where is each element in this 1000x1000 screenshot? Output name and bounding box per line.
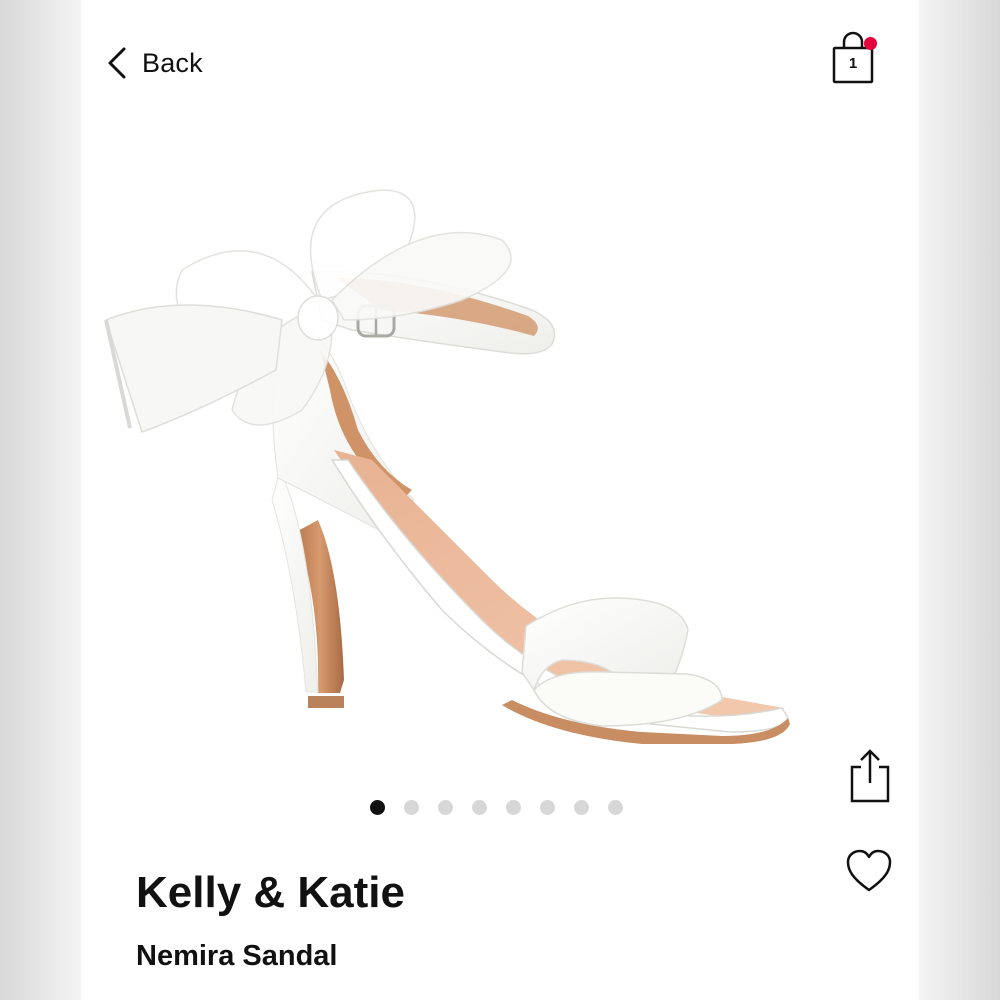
pagination-dot[interactable]	[404, 800, 419, 815]
image-pagination	[370, 800, 623, 815]
product-detail-screen: Back 1 Kelly & Katie Nemira Sandal	[82, 0, 918, 1000]
pagination-dot[interactable]	[608, 800, 623, 815]
pagination-dot[interactable]	[370, 800, 385, 815]
pagination-dot[interactable]	[540, 800, 555, 815]
cart-count: 1	[848, 55, 858, 72]
heart-icon	[846, 849, 892, 892]
cart-badge-dot	[864, 37, 877, 50]
favorite-button[interactable]	[844, 848, 894, 894]
cart-button[interactable]: 1	[830, 30, 880, 88]
product-image[interactable]	[82, 160, 842, 780]
back-label: Back	[142, 47, 203, 78]
pagination-dot[interactable]	[438, 800, 453, 815]
share-icon	[850, 749, 890, 803]
back-button[interactable]: Back	[106, 40, 203, 86]
brand-name: Kelly & Katie	[136, 868, 405, 917]
device-frame: Back 1 Kelly & Katie Nemira Sandal	[0, 0, 1000, 1000]
pagination-dot[interactable]	[472, 800, 487, 815]
pagination-dot[interactable]	[574, 800, 589, 815]
pagination-dot[interactable]	[506, 800, 521, 815]
product-name: Nemira Sandal	[136, 940, 338, 972]
chevron-left-icon	[108, 47, 126, 79]
share-button[interactable]	[844, 745, 894, 805]
